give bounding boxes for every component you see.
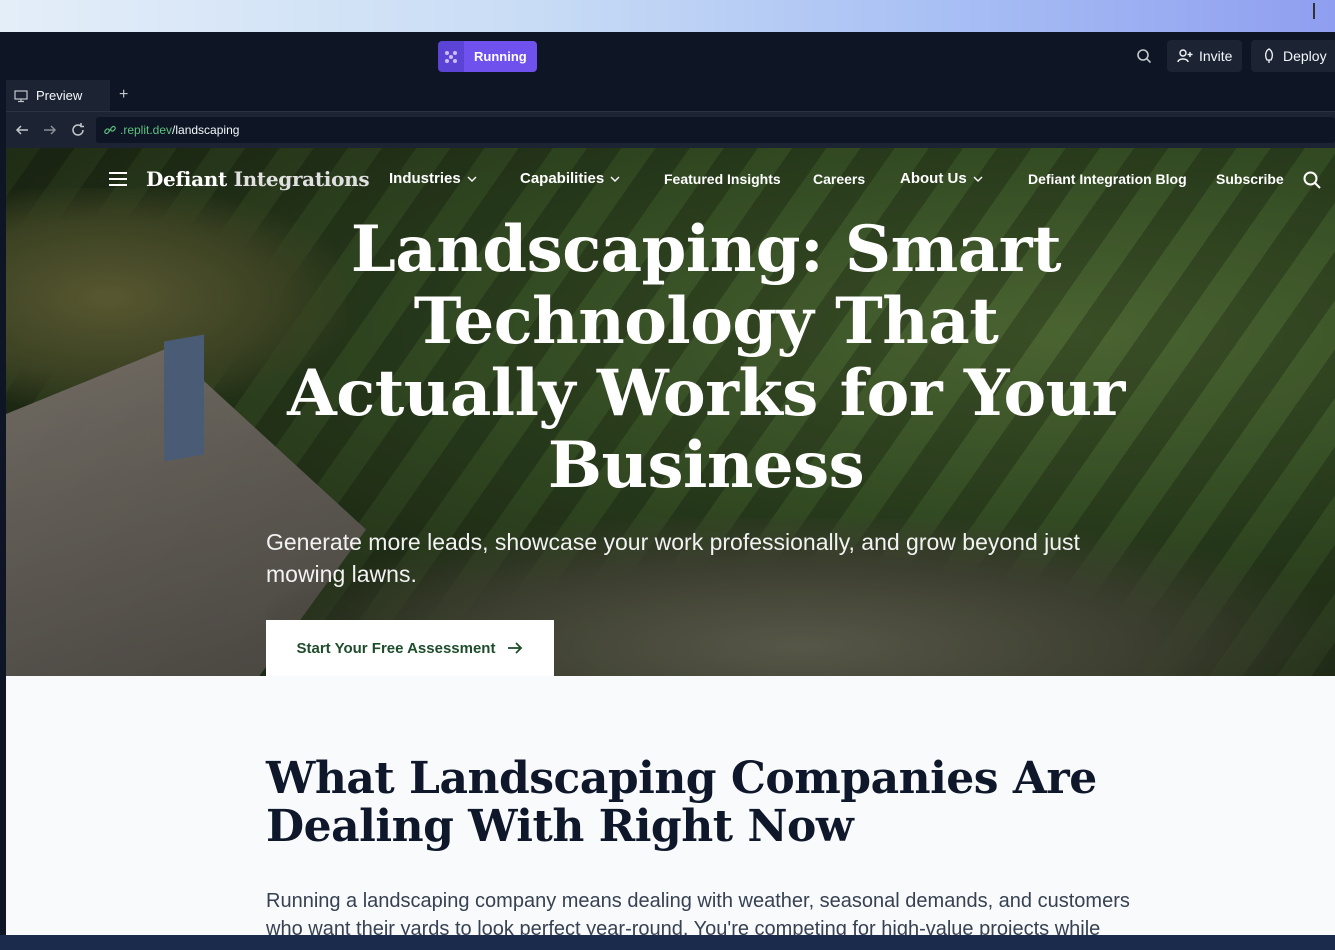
nav-featured-insights[interactable]: Featured Insights [664, 171, 781, 187]
back-icon[interactable] [14, 122, 30, 138]
forward-icon[interactable] [42, 122, 58, 138]
nav-industries[interactable]: Industries [389, 170, 477, 187]
start-assessment-button[interactable]: Start Your Free Assessment [266, 620, 554, 676]
nav-subscribe[interactable]: Subscribe [1216, 171, 1284, 187]
nav-about-us[interactable]: About Us [900, 170, 983, 187]
nav-blog-label: Defiant Integration Blog [1028, 171, 1187, 187]
pane-tab-row: Preview + [6, 80, 1335, 112]
tab-preview-label: Preview [36, 88, 83, 103]
monitor-icon [14, 89, 28, 102]
menu-icon[interactable] [109, 172, 127, 186]
run-button[interactable]: Running [438, 41, 537, 72]
brand-name-1: Defiant [146, 167, 227, 191]
nav-capabilities-label: Capabilities [520, 170, 605, 187]
deploy-label: Deploy [1283, 48, 1327, 64]
website-preview: Defiant Integrations Industries Capabili… [6, 148, 1335, 935]
nav-blog[interactable]: Defiant Integration Blog [1028, 171, 1187, 187]
nav-careers[interactable]: Careers [813, 171, 865, 187]
url-path: /landscaping [172, 123, 240, 137]
address-bar: .replit.dev/landscaping [6, 112, 1335, 148]
run-label: Running [464, 41, 537, 72]
search-icon[interactable] [1136, 48, 1152, 64]
brand-name-2: Integrations [233, 167, 370, 191]
chevron-down-icon [973, 176, 983, 182]
deploy-button[interactable]: Deploy [1251, 40, 1335, 72]
add-user-icon [1177, 49, 1193, 63]
chevron-down-icon [610, 176, 620, 182]
cta-label: Start Your Free Assessment [296, 639, 496, 657]
nav-about-label: About Us [900, 170, 967, 187]
site-logo[interactable]: Defiant Integrations [146, 167, 370, 191]
add-tab-button[interactable]: + [119, 86, 128, 104]
text-caret [1313, 3, 1315, 19]
deploy-icon [1265, 48, 1273, 63]
desktop-strip [0, 0, 1335, 32]
nav-industries-label: Industries [389, 170, 461, 187]
run-icon [438, 41, 464, 72]
hero-subtitle: Generate more leads, showcase your work … [266, 529, 1080, 587]
search-icon[interactable] [1303, 171, 1321, 189]
site-navbar: Defiant Integrations Industries Capabili… [6, 148, 1335, 212]
nav-subscribe-label: Subscribe [1216, 171, 1284, 187]
nav-capabilities[interactable]: Capabilities [520, 170, 620, 187]
taskbar-strip [0, 935, 1335, 950]
section-heading: What Landscaping Companies Are Dealing W… [266, 753, 1097, 852]
replit-topbar: Running Invite Deploy [0, 32, 1335, 80]
nav-careers-label: Careers [813, 171, 866, 187]
link-icon [104, 125, 116, 135]
reload-icon[interactable] [70, 122, 86, 138]
url-domain: .replit.dev [120, 123, 173, 137]
invite-button[interactable]: Invite [1167, 40, 1243, 72]
hero-section: Defiant Integrations Industries Capabili… [6, 148, 1335, 676]
section-text: Running a landscaping company means deal… [266, 890, 1130, 935]
chevron-down-icon [467, 176, 477, 182]
url-field[interactable]: .replit.dev/landscaping [96, 117, 1335, 143]
tab-preview[interactable]: Preview [6, 80, 110, 111]
nav-featured-label: Featured Insights [664, 171, 781, 187]
invite-label: Invite [1199, 48, 1233, 64]
hero-title: Landscaping: Smart Technology That Actua… [287, 212, 1125, 503]
arrow-right-icon [508, 642, 523, 654]
